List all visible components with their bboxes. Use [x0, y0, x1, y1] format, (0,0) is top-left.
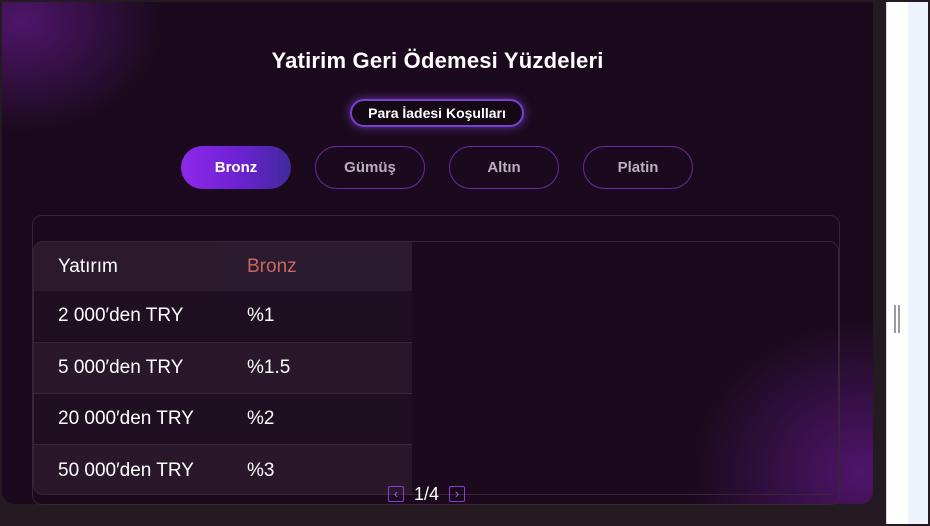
chevron-left-icon[interactable]: ‹ — [388, 486, 404, 502]
header-tier: Bronz — [223, 242, 412, 291]
investment-cell: 2 000′den TRY — [58, 305, 184, 326]
tab-platin[interactable]: Platin — [583, 146, 693, 189]
table-row: 20 000′den TRY %2 — [34, 393, 412, 444]
investment-cell: 5 000′den TRY — [58, 357, 184, 378]
tab-bronz[interactable]: Bronz — [181, 146, 291, 189]
investment-cell: 50 000′den TRY — [58, 460, 194, 481]
tab-altin[interactable]: Altın — [449, 146, 559, 189]
chevron-right-icon[interactable]: › — [449, 486, 466, 502]
refund-conditions-button[interactable]: Para İadesi Koşulları — [350, 99, 524, 127]
percent-cell: %2 — [247, 408, 275, 429]
header-investment: Yatırım — [34, 242, 223, 291]
tab-gumus[interactable]: Gümüş — [315, 146, 425, 189]
table-row: 2 000′den TRY %1 — [34, 291, 412, 341]
percent-cell: %3 — [247, 460, 275, 481]
scrollbar[interactable] — [886, 2, 909, 524]
page-indicator: 1/4 — [414, 483, 440, 504]
cashback-table: Yatırım Bronz 2 000′den TRY %1 5 000′den… — [33, 241, 839, 495]
resize-handle[interactable] — [894, 305, 900, 333]
screen: Yatirim Geri Ödemesi Yüzdeleri Para İade… — [0, 0, 930, 526]
table-row: 50 000′den TRY %3 — [34, 444, 412, 494]
table-row: 5 000′den TRY %1.5 — [34, 342, 412, 393]
percent-cell: %1 — [247, 305, 275, 326]
side-panel — [908, 2, 928, 524]
investment-cell: 20 000′den TRY — [58, 408, 194, 429]
page-title: Yatirim Geri Ödemesi Yüzdeleri — [271, 48, 604, 73]
percent-cell: %1.5 — [247, 357, 291, 378]
pagination: ‹ 1/4 › — [388, 483, 466, 504]
table-header-row: Yatırım Bronz — [34, 242, 412, 291]
